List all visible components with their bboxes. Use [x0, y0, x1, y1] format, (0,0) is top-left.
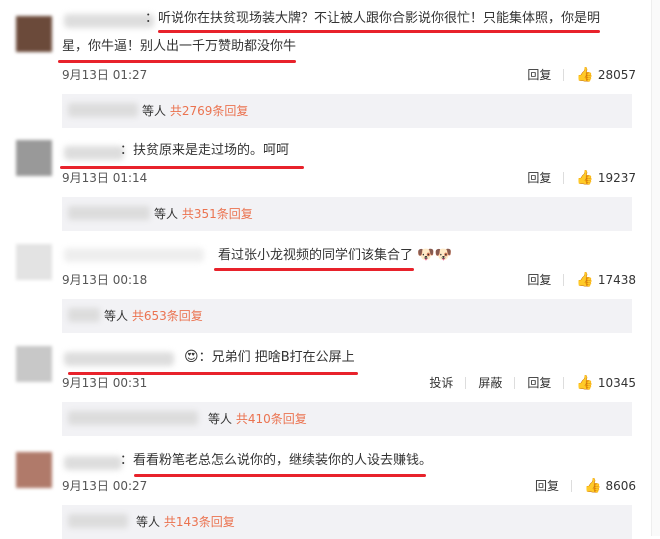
- block-button[interactable]: 屏蔽: [478, 374, 502, 391]
- avatar[interactable]: [16, 346, 52, 382]
- comment-actions: 投诉 屏蔽 回复 👍 10345: [429, 374, 636, 391]
- like-button[interactable]: 👍 10345: [576, 375, 636, 391]
- timestamp: 9月13日 00:18: [62, 273, 148, 287]
- reply-button[interactable]: 回复: [527, 374, 551, 391]
- doge-emoji-icon: 🐶🐶: [417, 247, 453, 263]
- avatar[interactable]: [16, 140, 52, 176]
- reply-button[interactable]: 回复: [527, 66, 551, 83]
- like-button[interactable]: 👍 19237: [576, 170, 636, 186]
- like-count: 17438: [597, 272, 636, 287]
- view-replies-link[interactable]: 共410条回复: [236, 412, 307, 426]
- sub-replies: 等人 共351条回复: [62, 197, 632, 231]
- reply-button[interactable]: 回复: [527, 169, 551, 186]
- divider: [563, 273, 565, 286]
- avatar[interactable]: [16, 244, 52, 280]
- thumbs-up-icon: 👍: [584, 477, 602, 494]
- report-button[interactable]: 投诉: [429, 374, 453, 391]
- divider: [465, 376, 467, 389]
- thumbs-up-icon: 👍: [576, 271, 594, 288]
- comment-actions: 回复 👍 8606: [535, 477, 636, 494]
- like-button[interactable]: 👍 28057: [576, 67, 636, 83]
- divider: [571, 479, 573, 492]
- like-count: 8606: [605, 478, 636, 493]
- comment-text: 看过张小龙视频的同学们该集合了 🐶🐶: [218, 244, 452, 267]
- like-button[interactable]: 👍 8606: [584, 478, 636, 494]
- sub-replies: 等人 共410条回复: [62, 402, 632, 436]
- sub-replies-label: 等人 共410条回复: [208, 412, 307, 426]
- sub-replies: 等人 共143条回复: [62, 505, 632, 539]
- reply-users: [68, 206, 150, 220]
- like-count: 10345: [597, 375, 636, 390]
- username[interactable]: [64, 14, 154, 28]
- view-replies-link[interactable]: 共351条回复: [182, 207, 253, 221]
- username[interactable]: [64, 456, 122, 470]
- highlight-underline: [134, 474, 426, 477]
- timestamp: 9月13日 00:27: [62, 479, 148, 493]
- comment-actions: 回复 👍 28057: [527, 66, 636, 83]
- reply-users: [68, 411, 198, 425]
- view-replies-link[interactable]: 共653条回复: [132, 309, 203, 323]
- view-replies-link[interactable]: 共143条回复: [164, 515, 235, 529]
- username[interactable]: [64, 352, 174, 366]
- divider: [563, 376, 565, 389]
- timestamp: 9月13日 01:14: [62, 171, 148, 185]
- like-button[interactable]: 👍 17438: [576, 272, 636, 288]
- reply-button[interactable]: 回复: [527, 271, 551, 288]
- sub-replies-label: 等人 共351条回复: [154, 207, 253, 221]
- reply-users: [68, 103, 138, 117]
- comment-actions: 回复 👍 19237: [527, 169, 636, 186]
- thumbs-up-icon: 👍: [576, 66, 594, 83]
- heart-face-emoji-icon: 😍: [184, 349, 199, 365]
- like-count: 19237: [597, 170, 636, 185]
- timestamp: 9月13日 00:31: [62, 376, 148, 390]
- comment-text: ：听说你在扶贫现场装大牌？不让被人跟你合影说你很忙！只能集体照，你是明: [145, 11, 601, 26]
- sub-replies: 等人 共2769条回复: [62, 94, 632, 128]
- comment-text-continued: 星，你牛逼！别人出一千万赞助都没你牛: [62, 39, 297, 54]
- view-replies-link[interactable]: 共2769条回复: [170, 104, 249, 118]
- thumbs-up-icon: 👍: [576, 169, 594, 186]
- divider: [514, 376, 516, 389]
- sub-replies-label: 等人 共143条回复: [136, 515, 235, 529]
- reply-button[interactable]: 回复: [535, 477, 559, 494]
- like-count: 28057: [597, 67, 636, 82]
- avatar[interactable]: [16, 452, 52, 488]
- sub-replies-label: 等人 共2769条回复: [142, 104, 249, 118]
- username[interactable]: [64, 248, 204, 262]
- comment-text: ：扶贫原来是走过场的。呵呵: [120, 143, 290, 158]
- thumbs-up-icon: 👍: [576, 374, 594, 391]
- comment-text: 😍：兄弟们 把啥B打在公屏上: [184, 346, 355, 369]
- reply-users: [68, 308, 100, 322]
- timestamp: 9月13日 01:27: [62, 68, 148, 82]
- reply-users: [68, 514, 128, 528]
- divider: [563, 68, 565, 81]
- divider: [563, 171, 565, 184]
- highlight-underline: [158, 30, 600, 33]
- username[interactable]: [64, 146, 124, 160]
- sub-replies-label: 等人 共653条回复: [104, 309, 203, 323]
- scrollbar[interactable]: [651, 0, 660, 536]
- avatar[interactable]: [16, 16, 52, 52]
- highlight-underline: [58, 60, 296, 63]
- comment-actions: 回复 👍 17438: [527, 271, 636, 288]
- highlight-underline: [214, 268, 414, 271]
- sub-replies: 等人 共653条回复: [62, 299, 632, 333]
- comment-text: ：看看粉笔老总怎么说你的，继续装你的人设去赚钱。: [120, 453, 433, 468]
